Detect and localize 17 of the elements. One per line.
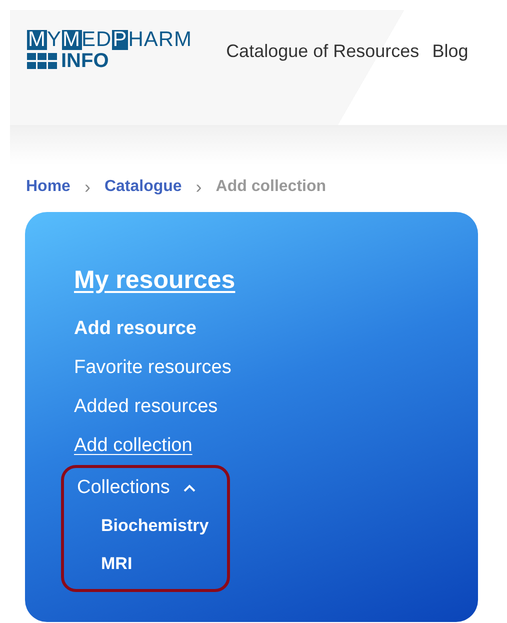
caret-icon[interactable] [182,484,196,492]
chevron-icon: › [196,176,202,198]
menu-item[interactable]: Favorite resources [74,348,232,387]
menu-item[interactable]: Add resource [74,309,196,348]
site-logo[interactable]: MYM EDPHARM INFO [27,30,192,71]
menu-item[interactable]: Add collection [74,426,192,465]
menu-title[interactable]: My resources [74,266,236,295]
breadcrumb-link[interactable]: Add collection [216,178,326,196]
nav-link[interactable]: Blog [432,41,468,62]
menu-item[interactable]: Collections [77,468,170,507]
chevron-icon: › [84,176,90,198]
breadcrumb-link[interactable]: Home [26,178,70,196]
nav-link[interactable]: Catalogue of Resources [226,41,420,62]
submenu-item[interactable]: MRI [77,545,209,583]
submenu-item[interactable]: Biochemistry [77,507,209,545]
menu-item[interactable]: Added resources [74,387,218,426]
breadcrumb-link[interactable]: Catalogue [104,178,182,196]
